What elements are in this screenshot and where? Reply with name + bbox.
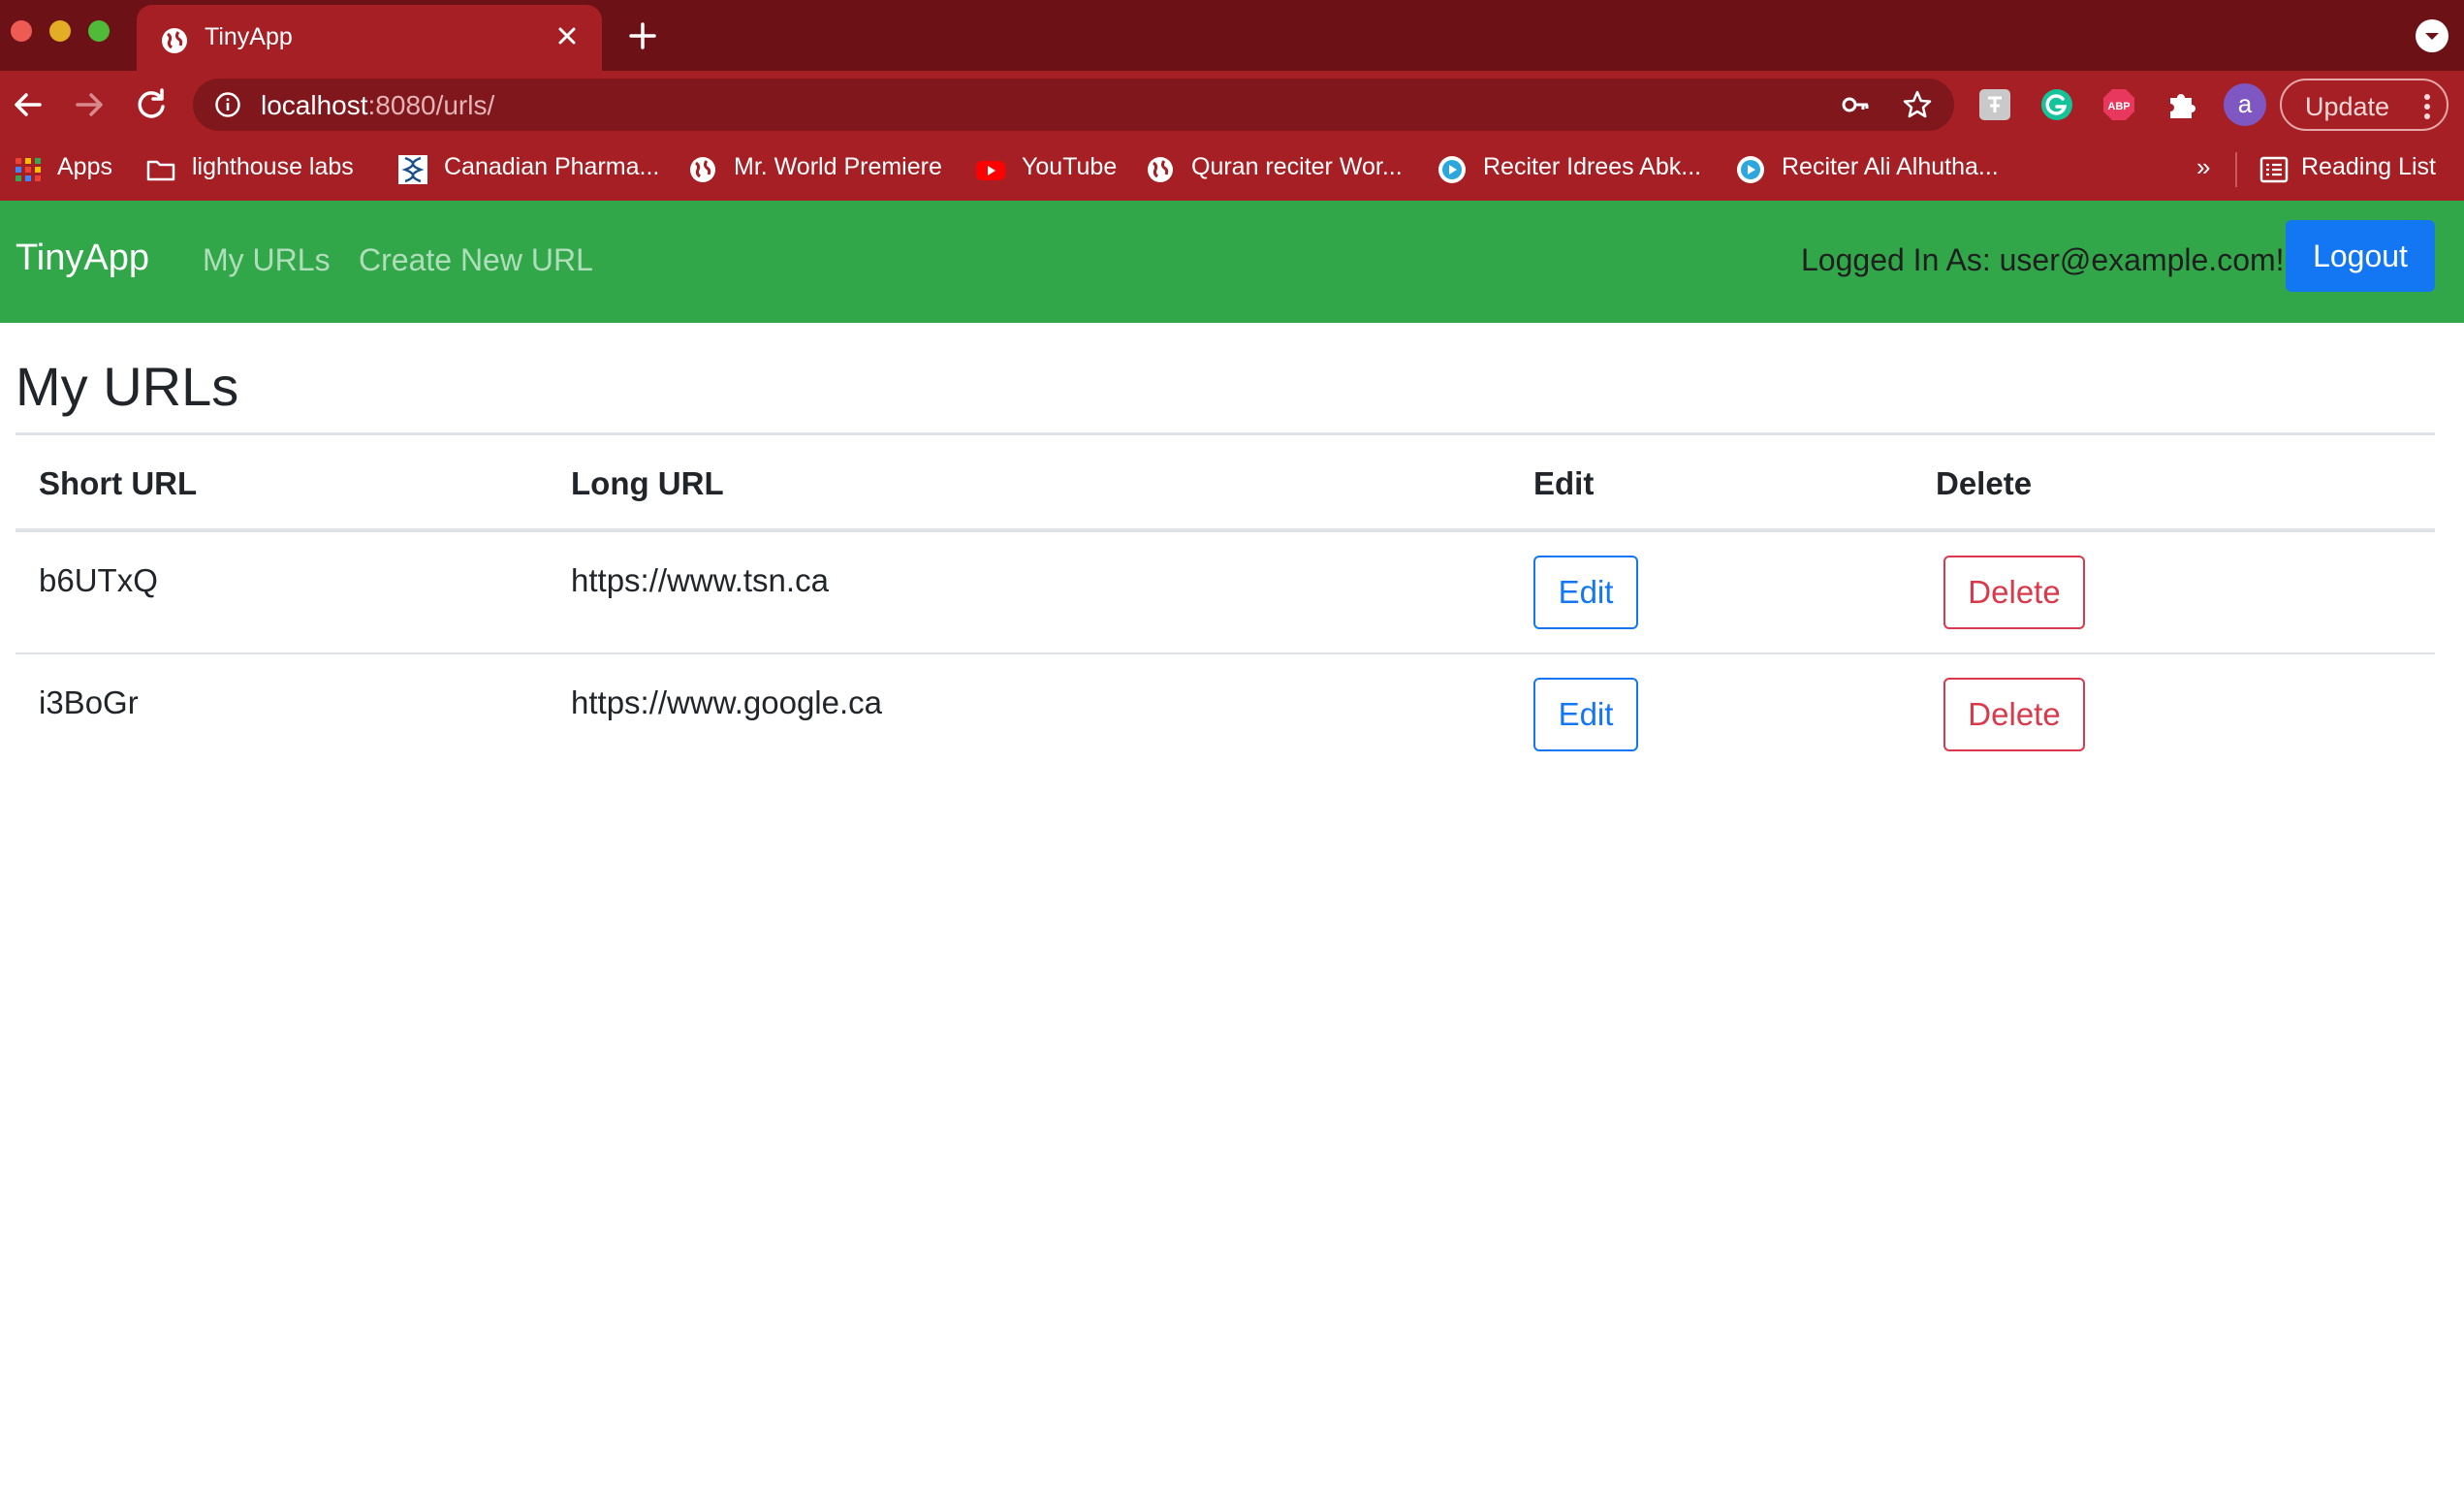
more-bookmarks-button[interactable]: » [2196,152,2210,182]
adblock-plus-icon[interactable]: ABP [2101,86,2137,123]
apps-grid-icon [16,158,41,181]
url-host: localhost [261,90,368,120]
bookmark-label: YouTube [1022,153,1118,180]
delete-button[interactable]: Delete [1943,678,2085,751]
bookmark-label: lighthouse labs [192,153,354,180]
globe-icon [1148,157,1173,182]
long-url-cell: https://www.tsn.ca [571,562,829,598]
globe-icon [162,28,187,53]
column-header-short-url: Short URL [39,465,198,501]
forward-arrow-icon[interactable] [70,85,109,124]
kebab-menu-icon [2424,94,2430,119]
edit-button[interactable]: Edit [1533,556,1638,629]
back-arrow-icon[interactable] [9,85,47,124]
url-path: :8080/urls/ [367,90,495,120]
reading-list-icon [2259,156,2289,183]
play-circle-icon [1737,156,1764,183]
tab-search-button[interactable] [2416,19,2448,52]
column-header-delete: Delete [1936,465,2033,501]
column-header-long-url: Long URL [571,465,724,501]
profile-initial: a [2237,89,2253,118]
info-icon[interactable] [214,91,241,118]
bookmark-label: Reciter Idrees Abk... [1483,153,1702,180]
logged-in-status: Logged In As: user@example.com! [1801,242,2285,277]
reading-list-label: Reading List [2301,153,2436,180]
tab-title: TinyApp [205,23,293,50]
browser-tab-tinyapp[interactable]: TinyApp [137,5,602,71]
browser-tab-bar: TinyApp [0,0,2464,71]
reload-icon[interactable] [132,85,171,124]
row-divider [16,652,2435,654]
short-url-cell: b6UTxQ [39,562,158,598]
update-label: Update [2305,92,2390,121]
window-minimize-button[interactable] [49,20,71,42]
profile-avatar[interactable]: a [2224,83,2266,126]
logout-button[interactable]: Logout [2286,220,2435,292]
folder-icon [146,160,175,181]
puzzle-extensions-icon[interactable] [2163,86,2199,123]
column-header-edit: Edit [1533,465,1595,501]
chevron-down-icon [2425,33,2439,40]
dna-icon [398,155,427,184]
edit-button[interactable]: Edit [1533,678,1638,751]
update-button[interactable]: Update [2280,79,2448,131]
play-circle-icon [1438,156,1466,183]
url-text: localhost:8080/urls/ [261,90,494,121]
browser-toolbar: localhost:8080/urls/ ABP a Update [0,71,2464,139]
brand-link[interactable]: TinyApp [16,238,149,279]
key-icon[interactable] [1840,89,1871,120]
nav-link-create-new-url[interactable]: Create New URL [359,242,593,278]
window-zoom-button[interactable] [88,20,110,42]
delete-button[interactable]: Delete [1943,556,2085,629]
svg-text:ABP: ABP [2107,101,2130,112]
bookmark-label: Mr. World Premiere [734,153,942,180]
bookmark-label: Apps [57,153,112,180]
star-icon[interactable] [1902,89,1933,120]
youtube-icon [976,161,1005,180]
app-navbar: TinyApp My URLs Create New URL Logged In… [0,201,2464,323]
new-tab-plus-icon[interactable] [625,18,660,53]
grammarly-icon[interactable] [2038,86,2075,123]
bookmarks-divider [2235,152,2237,187]
title-divider [16,432,2435,435]
extension-translate-icon[interactable] [1976,86,2013,123]
table-header-divider [16,528,2435,532]
bookmark-label: Quran reciter Wor... [1191,153,1403,180]
bookmark-label: Canadian Pharma... [444,153,660,180]
long-url-cell: https://www.google.ca [571,684,883,720]
window-close-button[interactable] [11,20,32,42]
short-url-cell: i3BoGr [39,684,139,720]
bookmark-label: Reciter Ali Alhutha... [1782,153,1999,180]
address-bar[interactable]: localhost:8080/urls/ [193,79,1954,131]
page-title: My URLs [16,356,239,417]
bookmarks-bar: Apps lighthouse labs Canadian Pharma... … [0,139,2464,201]
nav-link-my-urls[interactable]: My URLs [203,242,331,278]
close-icon[interactable] [552,20,583,51]
globe-icon [690,157,715,182]
